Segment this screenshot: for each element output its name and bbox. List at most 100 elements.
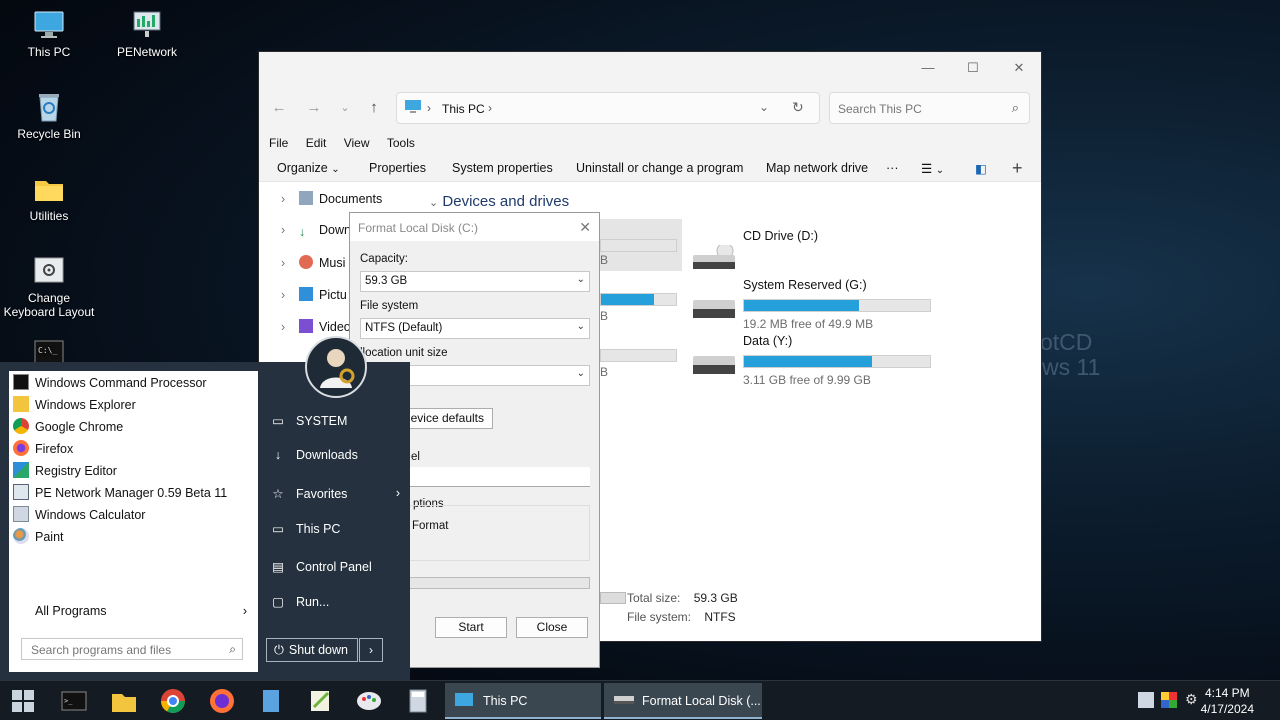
title-bar[interactable]: — ☐ ✕ [259,52,1041,86]
shutdown-button[interactable]: ⏻ Shut down [266,638,358,662]
desktop-icon-utilities[interactable]: Utilities [1,173,97,223]
menu-edit[interactable]: Edit [306,130,333,150]
svg-text:>_: >_ [64,697,73,705]
menu-file[interactable]: File [269,130,294,150]
section-devices-and-drives[interactable]: ⌄ Devices and drives [429,193,569,210]
svg-text:C:\_: C:\_ [38,346,57,355]
new-tab-icon[interactable]: + [1012,158,1023,179]
forward-button[interactable]: → [302,96,326,120]
system-properties-button[interactable]: System properties [452,161,553,175]
navigation-bar: ← → ⌄ ↑ › This PC › ⌄ ↻ Search This PC ⌕ [259,86,1041,130]
drive-3-bar [600,349,677,362]
properties-button[interactable]: Properties [369,161,426,175]
tray-color-icon[interactable] [1161,692,1177,708]
taskbar-item-this-pc[interactable]: This PC [445,683,601,719]
notepad-icon[interactable] [257,687,285,715]
tray-network-icon[interactable] [1138,692,1154,708]
recent-dropdown-button[interactable]: ⌄ [333,96,357,120]
organize-button[interactable]: Organize ⌄ [277,161,340,175]
program-item[interactable]: Windows Command Processor [13,374,207,396]
search-icon: ⌕ [1011,100,1019,115]
address-bar[interactable]: › This PC › ⌄ ↻ [396,92,820,124]
program-item[interactable]: Windows Explorer [13,396,136,418]
cd-drive-icon [693,242,735,269]
minimize-button[interactable]: — [913,56,943,80]
refresh-icon[interactable]: ↻ [792,99,804,116]
user-avatar[interactable] [305,336,367,398]
network-icon [13,484,29,500]
start-menu: Windows Command Processor Windows Explor… [0,362,410,680]
program-item[interactable]: Registry Editor [13,462,117,484]
desktop-icon-recycle-bin[interactable]: Recycle Bin [1,91,97,141]
preview-pane-icon[interactable]: ◧ [975,161,987,176]
search-input[interactable]: Search This PC ⌕ [829,92,1030,124]
music-icon [299,255,313,269]
start-button[interactable]: Start [435,617,507,638]
monitor-icon [455,693,473,706]
firefox-icon[interactable] [208,687,236,715]
monitor-icon [405,100,421,117]
monitor-icon: ▭ [272,522,284,536]
tree-item-music[interactable]: › Musi [281,255,345,279]
capacity-select[interactable]: 59.3 GB ⌄ [360,271,590,292]
shutdown-options-button[interactable]: › [359,638,383,662]
tray-settings-icon[interactable]: ⚙ [1185,691,1198,708]
start-item-system[interactable]: ▭ SYSTEM [270,413,347,437]
chrome-icon [13,418,29,434]
file-system-label: File system [360,300,419,312]
start-search-input[interactable]: Search programs and files ⌕ [21,638,243,660]
details-pane: Total size: 59.3 GB File system: NTFS [627,591,738,624]
back-button[interactable]: ← [267,96,291,120]
view-options-icon[interactable]: ☰ ⌄ [921,161,944,176]
usage-bar [743,355,931,368]
notepad-plus-icon[interactable] [306,687,334,715]
desktop-icon-change-keyboard-layout[interactable]: Change Keyboard Layout [1,255,97,319]
more-options-button[interactable]: ··· [886,161,899,175]
desktop-icon-this-pc[interactable]: This PC [1,9,97,59]
map-network-drive-button[interactable]: Map network drive [766,161,868,175]
program-item[interactable]: Paint [13,528,64,550]
start-item-this-pc[interactable]: ▭ This PC [270,521,340,545]
all-programs-button[interactable]: All Programs › [35,604,253,618]
explorer-icon[interactable] [110,687,138,715]
start-item-control-panel[interactable]: ▤ Control Panel [270,559,372,583]
menu-tools[interactable]: Tools [387,130,421,150]
clock[interactable]: 4:14 PM 4/17/2024 [1201,685,1254,717]
close-button[interactable]: ✕ [1004,56,1034,80]
start-item-downloads[interactable]: ↓ Downloads [270,448,358,472]
desktop-icon-penetwork[interactable]: PENetwork [99,9,195,59]
program-item[interactable]: Google Chrome [13,418,123,440]
start-button-windows-icon[interactable] [9,687,37,715]
menu-view[interactable]: View [344,130,376,150]
volume-label-label: el [411,451,420,463]
close-dialog-button[interactable]: Close [516,617,588,638]
program-item[interactable]: PE Network Manager 0.59 Beta 11 [13,484,227,506]
program-item[interactable]: Windows Calculator [13,506,145,528]
tree-item-downloads[interactable]: › ↓ Down [281,223,351,247]
uninstall-program-button[interactable]: Uninstall or change a program [576,161,743,175]
file-system-select[interactable]: NTFS (Default) ⌄ [360,318,590,339]
documents-icon [299,191,313,205]
program-item[interactable]: Firefox [13,440,73,462]
firefox-icon [13,440,29,456]
paint-icon[interactable] [355,687,383,715]
dialog-close-icon[interactable]: ✕ [579,219,591,236]
start-item-favorites[interactable]: ☆ Favorites › [270,486,400,510]
chevron-down-icon[interactable]: ⌄ [759,100,769,114]
breadcrumb[interactable]: This PC [442,102,485,116]
dialog-title: Format Local Disk (C:) [350,213,599,241]
up-button[interactable]: ↑ [362,96,386,120]
maximize-button[interactable]: ☐ [958,56,988,80]
chevron-right-icon: › [427,101,431,115]
quick-format-checkbox[interactable]: Format [412,520,448,532]
recycle-bin-icon [33,91,65,123]
taskbar-item-format-disk[interactable]: Format Local Disk (... [604,683,762,719]
hard-drive-icon [693,294,735,318]
taskbar: >_ This PC Format Local Disk (... ⚙ 4:14… [0,680,1280,720]
chrome-icon[interactable] [159,687,187,715]
chevron-down-icon: ⌄ [576,368,585,379]
calculator-icon[interactable] [404,687,432,715]
cmd-icon[interactable]: >_ [60,687,88,715]
tree-item-pictures[interactable]: › Pictu [281,287,347,311]
start-item-run[interactable]: ▢ Run... [270,594,329,618]
